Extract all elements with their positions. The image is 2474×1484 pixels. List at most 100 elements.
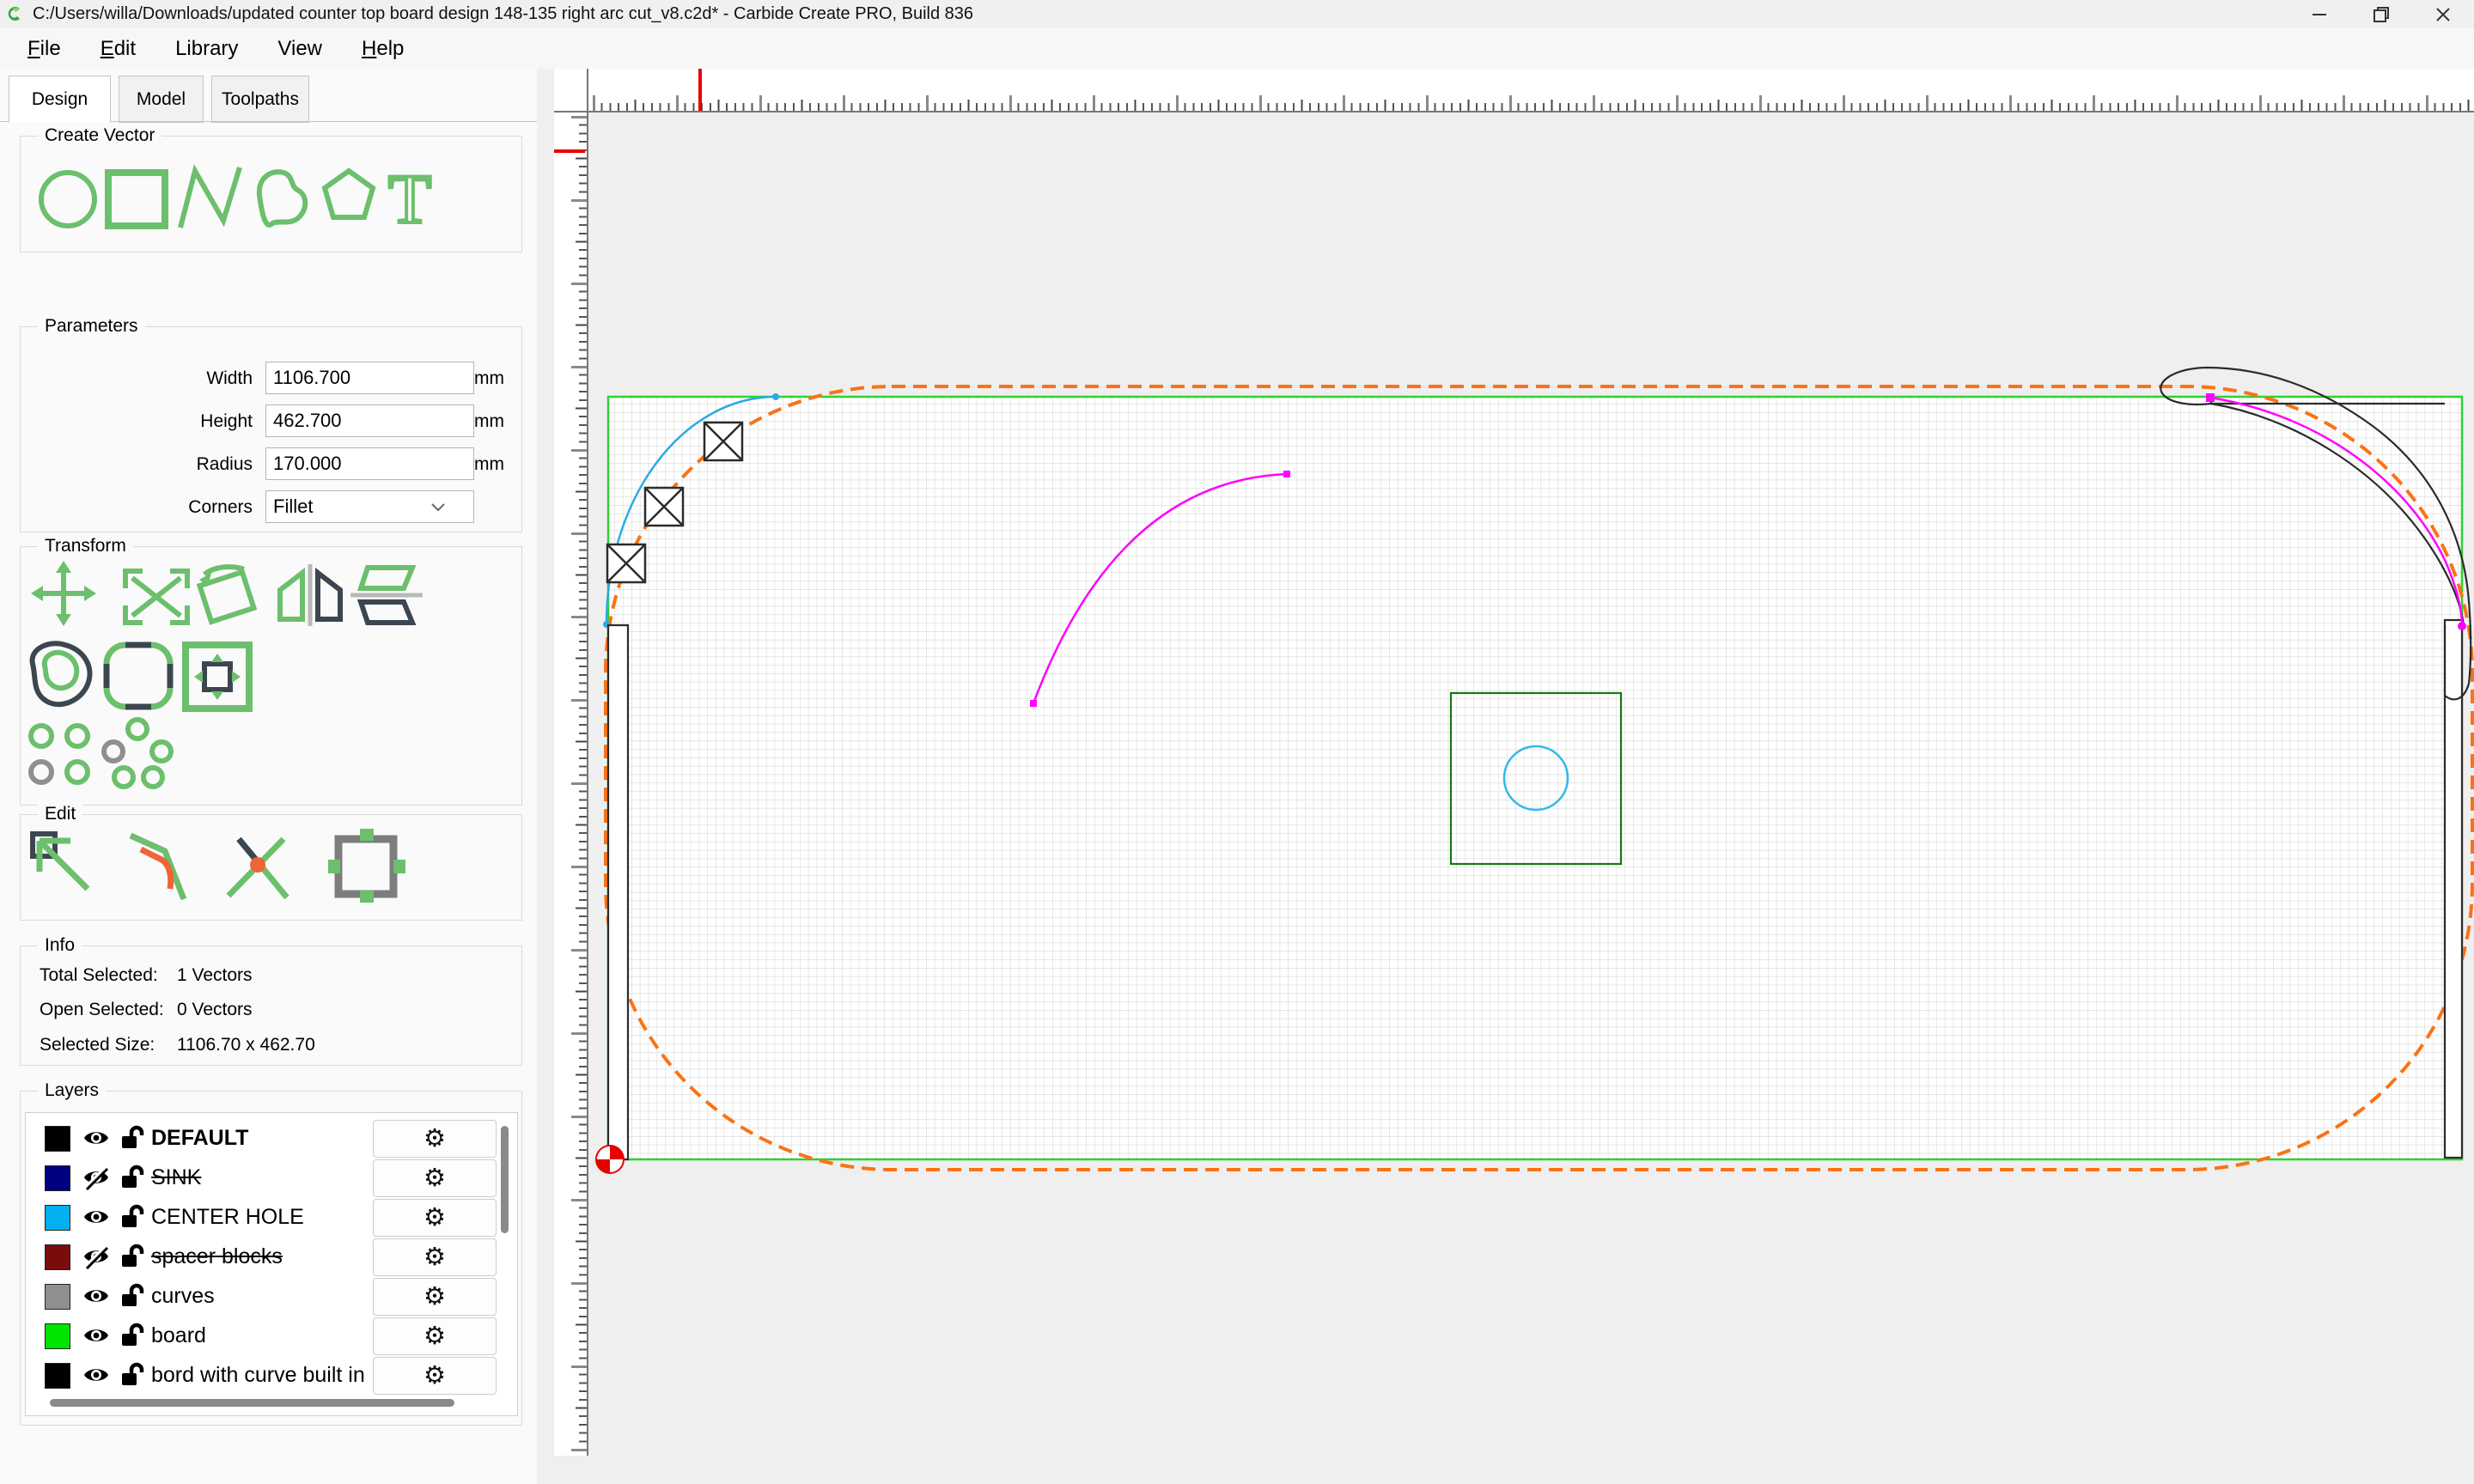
- eye-icon[interactable]: [82, 1283, 110, 1309]
- radius-input[interactable]: [265, 447, 474, 480]
- x-block[interactable]: [606, 543, 647, 584]
- x-block[interactable]: [643, 486, 685, 527]
- height-label: Height: [200, 411, 253, 431]
- circle-tool-icon[interactable]: [39, 170, 97, 228]
- eye-slash-icon[interactable]: [82, 1165, 110, 1191]
- tab-design[interactable]: Design: [9, 76, 111, 123]
- layer-name[interactable]: CENTER HOLE: [151, 1197, 304, 1237]
- close-button[interactable]: [2416, 0, 2471, 28]
- polygon-tool-icon[interactable]: [321, 167, 376, 220]
- layer-name[interactable]: SINK: [151, 1158, 201, 1197]
- mirror-horizontal-tool-icon[interactable]: [277, 564, 343, 626]
- layer-settings-button[interactable]: ⚙: [373, 1238, 497, 1276]
- unlock-icon[interactable]: [119, 1165, 144, 1190]
- right-slot-vector[interactable]: [2443, 618, 2464, 1159]
- width-input[interactable]: [265, 362, 474, 394]
- layer-color-swatch[interactable]: [45, 1165, 70, 1191]
- restore-button[interactable]: [2354, 0, 2409, 28]
- tab-toolpaths[interactable]: Toolpaths: [211, 76, 309, 123]
- node-edit-tool-icon[interactable]: [30, 831, 90, 891]
- menu-file[interactable]: File: [15, 28, 73, 69]
- create-vector-label: Create Vector: [38, 125, 162, 146]
- eye-icon[interactable]: [82, 1362, 110, 1388]
- rotate-tool-icon[interactable]: [196, 564, 258, 625]
- tab-model[interactable]: Model: [119, 76, 204, 123]
- menu-help[interactable]: Help: [350, 28, 416, 69]
- layer-color-swatch[interactable]: [45, 1323, 70, 1349]
- title-bar: C:/Users/willa/Downloads/updated counter…: [0, 0, 2474, 28]
- unlock-icon[interactable]: [119, 1283, 144, 1309]
- left-slot-vector[interactable]: [606, 623, 630, 1161]
- menu-edit[interactable]: Edit: [88, 28, 148, 69]
- layer-settings-button[interactable]: ⚙: [373, 1357, 497, 1395]
- gear-icon: ⚙: [424, 1165, 446, 1192]
- info-label: Info: [38, 935, 82, 956]
- layer-name[interactable]: bord with curve built in: [151, 1355, 365, 1395]
- layers-horizontal-scrollbar[interactable]: [50, 1399, 454, 1407]
- circular-array-tool-icon[interactable]: [101, 717, 174, 789]
- layer-settings-button[interactable]: ⚙: [373, 1159, 497, 1197]
- rectangle-tool-icon[interactable]: [105, 169, 168, 229]
- layer-color-swatch[interactable]: [45, 1126, 70, 1152]
- unlock-icon[interactable]: [119, 1125, 144, 1151]
- unlock-icon[interactable]: [119, 1204, 144, 1230]
- eye-slash-icon[interactable]: [82, 1244, 110, 1270]
- x-block[interactable]: [703, 421, 744, 462]
- text-tool-icon[interactable]: T: [387, 158, 433, 240]
- layer-row-center-hole[interactable]: CENTER HOLE ⚙: [26, 1197, 517, 1237]
- layer-settings-button[interactable]: ⚙: [373, 1199, 497, 1237]
- layer-color-swatch[interactable]: [45, 1363, 70, 1389]
- layer-row-curves[interactable]: curves ⚙: [26, 1276, 517, 1316]
- layer-name[interactable]: spacer blocks: [151, 1237, 283, 1276]
- eye-icon[interactable]: [82, 1323, 110, 1348]
- layers-list: DEFAULT ⚙ SINK ⚙ CENTER HOLE ⚙ spacer blocks ⚙ c…: [25, 1112, 518, 1416]
- design-drawing[interactable]: [537, 69, 2474, 1484]
- layer-color-swatch[interactable]: [45, 1244, 70, 1270]
- minimize-icon: [2313, 13, 2326, 15]
- grid-array-tool-icon[interactable]: [28, 723, 90, 785]
- layer-color-swatch[interactable]: [45, 1284, 70, 1310]
- eye-icon[interactable]: [82, 1125, 110, 1151]
- unlock-icon[interactable]: [119, 1362, 144, 1388]
- polyline-tool-icon[interactable]: [178, 164, 242, 228]
- round-corners-tool-icon[interactable]: [103, 642, 174, 710]
- break-intersection-tool-icon[interactable]: [226, 836, 289, 900]
- layer-settings-button[interactable]: ⚙: [373, 1317, 497, 1355]
- total-selected-label: Total Selected:: [40, 965, 158, 985]
- layer-row-board[interactable]: board ⚙: [26, 1316, 517, 1355]
- mirror-vertical-tool-icon[interactable]: [350, 565, 423, 625]
- gear-icon: ⚙: [424, 1125, 446, 1153]
- layer-row-bord-with-curve-built-in[interactable]: bord with curve built in ⚙: [26, 1355, 517, 1395]
- layer-row-default[interactable]: DEFAULT ⚙: [26, 1118, 517, 1158]
- height-input[interactable]: [265, 404, 474, 437]
- menu-bar: File Edit Library View Help: [0, 28, 2474, 69]
- radius-unit: mm: [474, 454, 504, 474]
- unlock-icon[interactable]: [119, 1323, 144, 1348]
- layer-name[interactable]: board: [151, 1316, 206, 1355]
- layer-row-spacer-blocks[interactable]: spacer blocks ⚙: [26, 1237, 517, 1276]
- resize-tool-icon[interactable]: [328, 829, 405, 903]
- curve-tool-icon[interactable]: [256, 169, 308, 228]
- trim-tool-icon[interactable]: [129, 832, 187, 901]
- layer-settings-button[interactable]: ⚙: [373, 1278, 497, 1316]
- radius-label: Radius: [196, 454, 253, 474]
- layer-settings-button[interactable]: ⚙: [373, 1120, 497, 1158]
- layer-color-swatch[interactable]: [45, 1205, 70, 1231]
- layer-name[interactable]: DEFAULT: [151, 1118, 248, 1158]
- menu-view[interactable]: View: [265, 28, 334, 69]
- layers-vertical-scrollbar[interactable]: [501, 1126, 509, 1233]
- offset-tool-icon[interactable]: [29, 641, 93, 708]
- design-canvas[interactable]: [537, 69, 2474, 1484]
- unlock-icon[interactable]: [119, 1244, 144, 1269]
- move-tool-icon[interactable]: [31, 561, 96, 626]
- layer-row-sink[interactable]: SINK ⚙: [26, 1158, 517, 1197]
- scale-tool-icon[interactable]: [123, 569, 190, 625]
- arc-endpoint-dot: [2458, 622, 2466, 630]
- menu-library[interactable]: Library: [163, 28, 250, 69]
- align-center-tool-icon[interactable]: [182, 642, 253, 712]
- chevron-down-icon: [431, 503, 445, 512]
- eye-icon[interactable]: [82, 1204, 110, 1230]
- minimize-button[interactable]: [2292, 0, 2347, 28]
- layer-name[interactable]: curves: [151, 1276, 215, 1316]
- transform-group: Transform: [20, 536, 522, 806]
